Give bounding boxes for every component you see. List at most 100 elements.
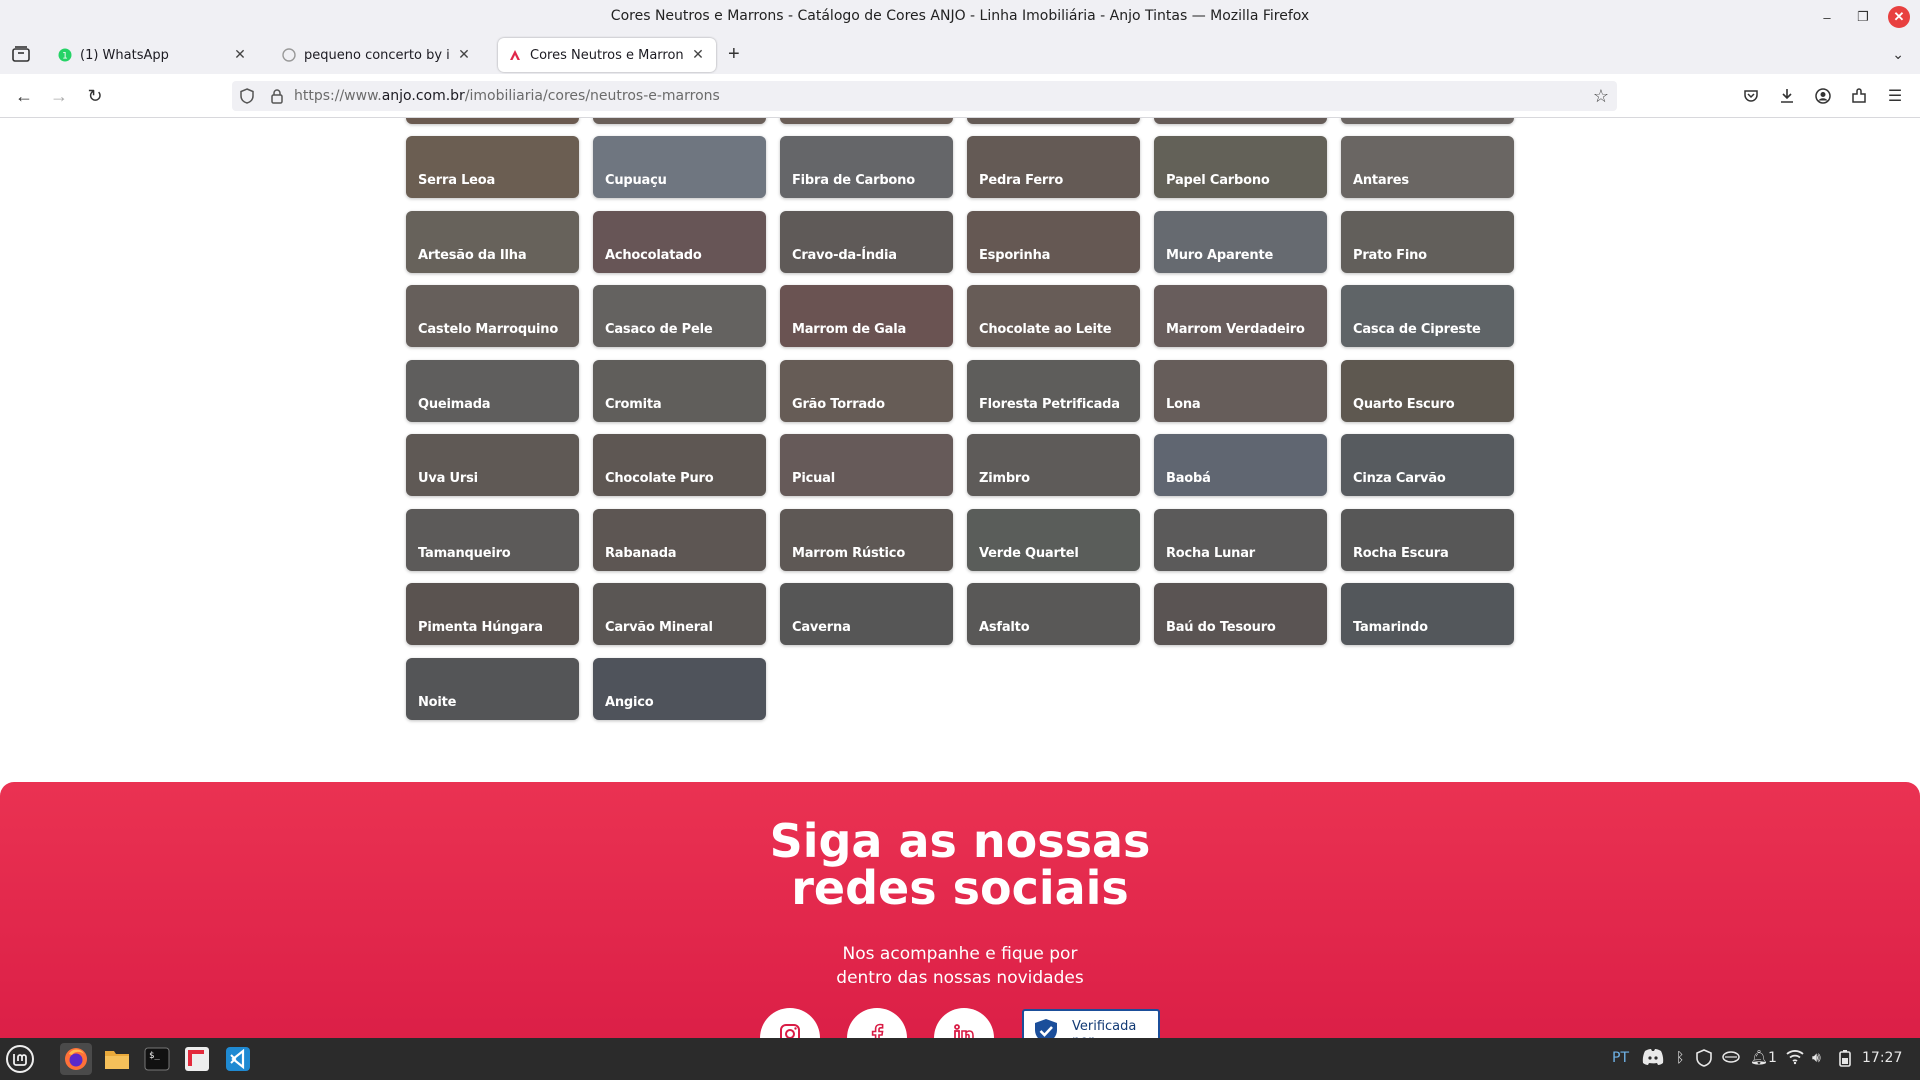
color-swatch-card[interactable]: Casaco de Pele bbox=[593, 285, 766, 347]
color-swatch-card[interactable]: Marrom Rústico bbox=[780, 509, 953, 571]
pocket-icon[interactable] bbox=[1740, 85, 1762, 107]
back-arrow-icon[interactable]: ← bbox=[13, 85, 35, 107]
color-swatch-card-partial[interactable] bbox=[780, 118, 953, 124]
network-settings-icon[interactable] bbox=[1722, 1049, 1740, 1069]
tab-anjo-active[interactable]: Cores Neutros e Marrons - C ✕ bbox=[498, 38, 716, 72]
color-swatch-card[interactable]: Angico bbox=[593, 658, 766, 720]
color-swatch-card[interactable]: Casca de Cipreste bbox=[1341, 285, 1514, 347]
color-swatch-card[interactable]: Caverna bbox=[780, 583, 953, 645]
color-swatch-card[interactable]: Grão Torrado bbox=[780, 360, 953, 422]
color-swatch-card-partial[interactable] bbox=[406, 118, 579, 124]
tracking-protection-shield-icon[interactable] bbox=[238, 87, 256, 105]
color-swatch-card[interactable]: Cupuaçu bbox=[593, 136, 766, 198]
close-tab-icon[interactable]: ✕ bbox=[456, 47, 472, 63]
downloads-icon[interactable] bbox=[1776, 85, 1798, 107]
color-swatch-card-partial[interactable] bbox=[1341, 118, 1514, 124]
color-swatch-card[interactable]: Chocolate Puro bbox=[593, 434, 766, 496]
tab-whatsapp[interactable]: 1 (1) WhatsApp ✕ bbox=[48, 38, 258, 72]
volume-icon[interactable]: 🔊︎ bbox=[1812, 1050, 1821, 1066]
instagram-icon[interactable] bbox=[760, 1008, 820, 1038]
new-tab-icon[interactable]: + bbox=[728, 44, 740, 64]
color-swatch-card[interactable]: Marrom de Gala bbox=[780, 285, 953, 347]
color-swatch-card-partial[interactable] bbox=[593, 118, 766, 124]
color-swatch-card[interactable]: Baobá bbox=[1154, 434, 1327, 496]
color-swatch-card[interactable]: Pimenta Húngara bbox=[406, 583, 579, 645]
color-swatch-card[interactable]: Uva Ursi bbox=[406, 434, 579, 496]
tab-history-icon[interactable] bbox=[10, 43, 32, 65]
discord-icon[interactable] bbox=[1642, 1048, 1664, 1070]
close-tab-icon[interactable]: ✕ bbox=[232, 47, 248, 63]
color-swatch-card-partial[interactable] bbox=[967, 118, 1140, 124]
color-swatch-card[interactable]: Pedra Ferro bbox=[967, 136, 1140, 198]
mint-menu-icon[interactable] bbox=[4, 1043, 36, 1075]
color-swatch-card[interactable]: Picual bbox=[780, 434, 953, 496]
color-swatch-card[interactable]: Achocolatado bbox=[593, 211, 766, 273]
color-swatch-card[interactable]: Cromita bbox=[593, 360, 766, 422]
files-icon[interactable] bbox=[101, 1043, 133, 1075]
color-swatch-name: Rocha Escura bbox=[1353, 546, 1449, 561]
lock-icon[interactable] bbox=[268, 87, 286, 105]
color-swatch-card[interactable]: Chocolate ao Leite bbox=[967, 285, 1140, 347]
minimize-button[interactable]: – bbox=[1816, 6, 1838, 28]
color-swatch-card[interactable]: Fibra de Carbono bbox=[780, 136, 953, 198]
verified-label: Verificada por bbox=[1072, 1019, 1137, 1038]
color-swatch-card[interactable]: Quarto Escuro bbox=[1341, 360, 1514, 422]
vscode-icon[interactable] bbox=[222, 1043, 254, 1075]
color-swatch-card[interactable]: Tamanqueiro bbox=[406, 509, 579, 571]
close-window-button[interactable]: ✕ bbox=[1888, 6, 1910, 28]
color-swatch-card[interactable]: Serra Leoa bbox=[406, 136, 579, 198]
color-swatch-card[interactable]: Muro Aparente bbox=[1154, 211, 1327, 273]
terminal-icon[interactable]: $_ bbox=[141, 1043, 173, 1075]
color-swatch-name: Achocolatado bbox=[605, 248, 702, 263]
color-swatch-card[interactable]: Rocha Lunar bbox=[1154, 509, 1327, 571]
battery-icon[interactable] bbox=[1838, 1049, 1852, 1071]
color-swatch-card[interactable]: Carvão Mineral bbox=[593, 583, 766, 645]
flameshot-icon[interactable] bbox=[181, 1043, 213, 1075]
color-swatch-card[interactable]: Papel Carbono bbox=[1154, 136, 1327, 198]
restore-button[interactable]: ❐ bbox=[1852, 6, 1874, 28]
linkedin-icon[interactable] bbox=[934, 1008, 994, 1038]
reload-icon[interactable]: ↻ bbox=[84, 85, 106, 107]
bluetooth-icon[interactable]: ᛒ bbox=[1676, 1050, 1684, 1066]
notifications-icon[interactable]: 🔔︎ bbox=[1750, 1050, 1768, 1066]
color-swatch-card[interactable]: Tamarindo bbox=[1341, 583, 1514, 645]
color-swatch-card[interactable]: Rocha Escura bbox=[1341, 509, 1514, 571]
address-bar[interactable]: https://www.anjo.com.br/imobiliaria/core… bbox=[232, 81, 1617, 111]
clock[interactable]: 17:27 bbox=[1862, 1050, 1902, 1066]
color-swatch-card[interactable]: Noite bbox=[406, 658, 579, 720]
tab-bar: 1 (1) WhatsApp ✕ pequeno concerto by igo… bbox=[0, 34, 1920, 74]
color-swatch-card[interactable]: Prato Fino bbox=[1341, 211, 1514, 273]
color-swatch-card[interactable]: Floresta Petrificada bbox=[967, 360, 1140, 422]
url-text[interactable]: https://www.anjo.com.br/imobiliaria/core… bbox=[294, 88, 720, 104]
list-all-tabs-icon[interactable]: ⌄ bbox=[1892, 46, 1904, 63]
account-icon[interactable] bbox=[1812, 85, 1834, 107]
tab-github[interactable]: pequeno concerto by igorb ✕ bbox=[272, 38, 482, 72]
extensions-icon[interactable] bbox=[1848, 85, 1870, 107]
color-swatch-card[interactable]: Baú do Tesouro bbox=[1154, 583, 1327, 645]
verified-badge[interactable]: Verificada por bbox=[1022, 1009, 1160, 1038]
color-swatch-card[interactable]: Lona bbox=[1154, 360, 1327, 422]
color-swatch-card[interactable]: Marrom Verdadeiro bbox=[1154, 285, 1327, 347]
wifi-icon[interactable] bbox=[1786, 1049, 1804, 1069]
color-swatch-card[interactable]: Rabanada bbox=[593, 509, 766, 571]
github-icon bbox=[282, 48, 296, 62]
color-swatch-card[interactable]: Queimada bbox=[406, 360, 579, 422]
color-swatch-card[interactable]: Cinza Carvão bbox=[1341, 434, 1514, 496]
firefox-icon[interactable] bbox=[60, 1043, 92, 1075]
color-swatch-card-partial[interactable] bbox=[1154, 118, 1327, 124]
color-swatch-card[interactable]: Zimbro bbox=[967, 434, 1140, 496]
color-swatch-card[interactable]: Verde Quartel bbox=[967, 509, 1140, 571]
facebook-icon[interactable] bbox=[847, 1008, 907, 1038]
color-swatch-card[interactable]: Artesão da Ilha bbox=[406, 211, 579, 273]
keyboard-layout-indicator[interactable]: PT bbox=[1612, 1050, 1629, 1066]
hamburger-menu-icon[interactable]: ☰ bbox=[1884, 85, 1906, 107]
close-tab-icon[interactable]: ✕ bbox=[690, 47, 706, 63]
forward-arrow-icon[interactable]: → bbox=[48, 85, 70, 107]
security-shield-icon[interactable] bbox=[1696, 1049, 1712, 1071]
bookmark-star-icon[interactable]: ☆ bbox=[1593, 86, 1609, 107]
color-swatch-card[interactable]: Esporinha bbox=[967, 211, 1140, 273]
color-swatch-card[interactable]: Cravo-da-Índia bbox=[780, 211, 953, 273]
color-swatch-card[interactable]: Asfalto bbox=[967, 583, 1140, 645]
color-swatch-card[interactable]: Castelo Marroquino bbox=[406, 285, 579, 347]
color-swatch-card[interactable]: Antares bbox=[1341, 136, 1514, 198]
